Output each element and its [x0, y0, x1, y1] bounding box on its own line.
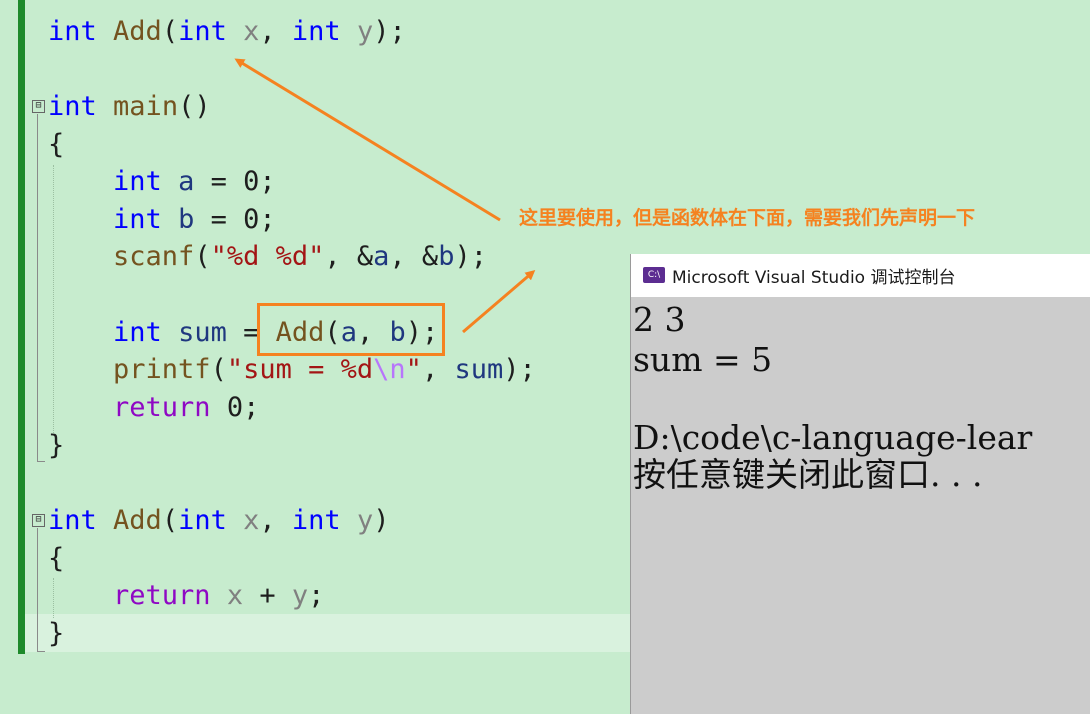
console-output-line: 2 3 [633, 300, 686, 339]
arrow-to-call [462, 270, 536, 334]
console-titlebar[interactable]: C:\ Microsoft Visual Studio 调试控制台 [631, 254, 1090, 297]
console-output-line: D:\code\c-language-lear [633, 418, 1033, 457]
console-title: Microsoft Visual Studio 调试控制台 [672, 268, 956, 288]
annotation-text: 这里要使用，但是函数体在下面，需要我们先声明一下 [519, 207, 976, 229]
debug-console-window[interactable]: C:\ Microsoft Visual Studio 调试控制台 2 3 su… [630, 254, 1090, 714]
arrow-to-declaration [234, 58, 501, 222]
console-output-line: sum = 5 [633, 340, 773, 379]
console-app-icon: C:\ [643, 267, 665, 283]
console-output-line: 按任意键关闭此窗口. . . [633, 455, 983, 494]
